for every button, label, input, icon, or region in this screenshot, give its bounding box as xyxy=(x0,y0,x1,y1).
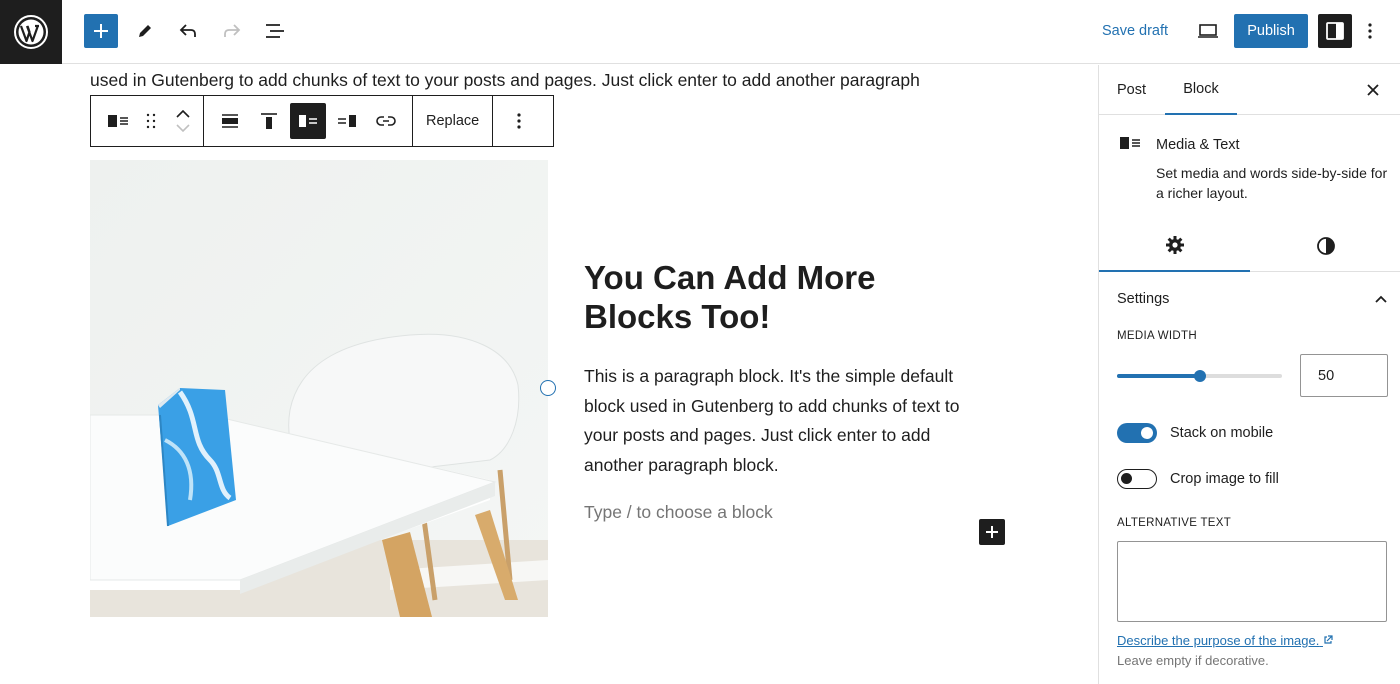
save-draft-button[interactable]: Save draft xyxy=(1092,14,1178,48)
tab-styles[interactable] xyxy=(1250,220,1400,272)
close-sidebar-button[interactable] xyxy=(1361,78,1385,102)
alt-text-field[interactable] xyxy=(1117,541,1387,622)
link-button[interactable] xyxy=(368,103,404,139)
help-note: Leave empty if decorative. xyxy=(1117,653,1269,668)
chevron-up-icon xyxy=(1375,295,1387,303)
gear-icon xyxy=(1165,236,1184,254)
link-icon xyxy=(376,116,396,126)
stack-on-mobile-toggle[interactable] xyxy=(1117,423,1157,443)
previous-paragraph[interactable]: used in Gutenberg to add chunks of text … xyxy=(90,70,920,91)
table-chair-photo xyxy=(90,160,548,617)
block-card: Media & Text Set media and words side-by… xyxy=(1099,116,1400,216)
pencil-icon xyxy=(139,25,151,37)
block-movers xyxy=(165,103,201,139)
crop-image-row[interactable]: Crop image to fill xyxy=(1117,467,1279,491)
media-width-input[interactable]: 50 xyxy=(1300,354,1388,397)
list-view-icon xyxy=(266,24,284,38)
redo-icon xyxy=(224,24,241,37)
contrast-icon xyxy=(1316,237,1335,255)
media-text-paragraph[interactable]: This is a paragraph block. It's the simp… xyxy=(584,362,979,480)
block-type-button[interactable] xyxy=(99,103,137,139)
pull-right-icon xyxy=(338,115,356,127)
laptop-icon xyxy=(1198,24,1218,38)
replace-button[interactable]: Replace xyxy=(413,96,492,146)
document-overview-button[interactable] xyxy=(258,14,292,48)
tab-post[interactable]: Post xyxy=(1117,65,1146,115)
block-toolbar-group-options xyxy=(493,96,545,146)
describe-image-link-text: Describe the purpose of the image. xyxy=(1117,633,1320,648)
publish-button[interactable]: Publish xyxy=(1234,14,1308,48)
settings-panel-toggle[interactable] xyxy=(1318,14,1352,48)
redo-button[interactable] xyxy=(215,14,249,48)
media-image[interactable] xyxy=(90,160,548,617)
wordpress-logo-button[interactable] xyxy=(0,0,62,64)
settings-panel-toggle-row[interactable]: Settings xyxy=(1117,287,1387,311)
media-text-icon xyxy=(108,115,128,127)
media-resize-handle[interactable] xyxy=(540,380,556,396)
block-title: Media & Text xyxy=(1156,137,1240,153)
add-block-button[interactable] xyxy=(84,14,118,48)
media-text-heading[interactable]: You Can Add More Blocks Too! xyxy=(584,258,944,336)
sidebar-tabs: Post Block xyxy=(1099,65,1400,115)
slider-thumb[interactable] xyxy=(1194,370,1206,382)
block-toolbar-group-parent xyxy=(91,96,204,146)
block-inserter-button[interactable] xyxy=(979,519,1005,545)
panel-title: Settings xyxy=(1117,291,1170,307)
editor-canvas: used in Gutenberg to add chunks of text … xyxy=(0,65,1098,684)
chevron-down-icon[interactable] xyxy=(176,124,190,132)
alt-text-label: ALTERNATIVE TEXT xyxy=(1117,517,1232,529)
stack-on-mobile-row[interactable]: Stack on mobile xyxy=(1117,421,1273,445)
drag-handle[interactable] xyxy=(137,103,165,139)
crop-image-label: Crop image to fill xyxy=(1170,471,1279,487)
block-toolbar-group-layout xyxy=(204,96,413,146)
align-button[interactable] xyxy=(212,103,248,139)
undo-button[interactable] xyxy=(171,14,205,48)
block-description: Set media and words side-by-side for a r… xyxy=(1156,165,1388,201)
media-width-label: MEDIA WIDTH xyxy=(1117,330,1197,342)
tab-block[interactable]: Block xyxy=(1165,65,1237,115)
block-toolbar-group-replace: Replace xyxy=(413,96,494,146)
options-button[interactable] xyxy=(1360,14,1380,48)
align-top-icon xyxy=(261,113,277,129)
drag-handle-icon xyxy=(146,113,156,129)
media-right-button[interactable] xyxy=(329,103,365,139)
pull-left-icon xyxy=(299,115,317,127)
stack-on-mobile-label: Stack on mobile xyxy=(1170,425,1274,441)
block-icon xyxy=(1119,136,1141,155)
undo-icon xyxy=(179,24,196,37)
describe-image-link[interactable]: Describe the purpose of the image. xyxy=(1117,633,1333,648)
align-wide-icon xyxy=(222,114,238,128)
block-toolbar: Replace xyxy=(90,95,554,147)
tools-button[interactable] xyxy=(128,14,162,48)
settings-sidebar: Post Block Media & Text Set media and wo… xyxy=(1098,65,1400,684)
slider-fill xyxy=(1117,374,1200,378)
inspector-tabs xyxy=(1099,220,1400,272)
editor-header: Save draft Publish xyxy=(0,0,1400,64)
wordpress-icon xyxy=(14,15,48,49)
media-left-button[interactable] xyxy=(290,103,326,139)
plus-icon xyxy=(94,24,108,38)
chevron-up-icon[interactable] xyxy=(176,110,190,118)
tab-settings[interactable] xyxy=(1099,220,1250,272)
plus-icon xyxy=(986,526,998,538)
more-vertical-icon xyxy=(1368,23,1372,39)
media-text-icon xyxy=(1120,137,1140,149)
external-link-icon xyxy=(1324,635,1333,644)
close-icon xyxy=(1367,84,1379,96)
block-options-button[interactable] xyxy=(501,103,537,139)
vertical-align-button[interactable] xyxy=(251,103,287,139)
media-width-slider[interactable] xyxy=(1117,370,1282,382)
sidebar-icon xyxy=(1326,22,1344,40)
crop-image-toggle[interactable] xyxy=(1117,469,1157,489)
preview-button[interactable] xyxy=(1191,14,1225,48)
more-vertical-icon xyxy=(517,113,521,129)
block-placeholder[interactable]: Type / to choose a block xyxy=(584,502,773,523)
